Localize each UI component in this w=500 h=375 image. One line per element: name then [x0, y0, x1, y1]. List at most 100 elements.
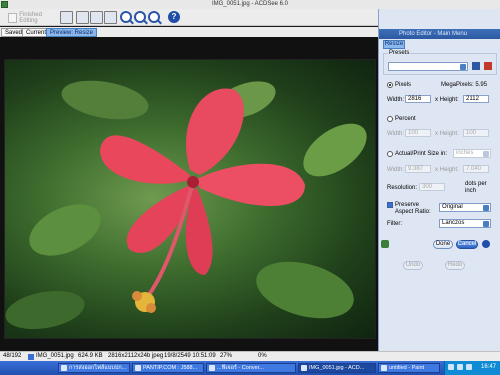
- paint-icon: [381, 365, 387, 371]
- presets-label: Presets: [388, 50, 411, 56]
- zoom-menu-button[interactable]: [148, 11, 160, 24]
- taskbar-item-label: การส่งออกไฟล์แบบปก...: [69, 365, 127, 371]
- width-input[interactable]: 2816: [405, 95, 431, 103]
- hibiscus-illustration: [5, 80, 367, 330]
- actual-unit-value: inches: [456, 150, 474, 156]
- tray-icon[interactable]: [457, 364, 463, 370]
- zoom-in-button[interactable]: [120, 11, 132, 24]
- full-screen-button[interactable]: [104, 11, 117, 24]
- panel-title: Photo Editor - Main Menu: [379, 29, 500, 39]
- zoom-out-icon: [134, 11, 146, 23]
- folder-icon: [61, 365, 67, 371]
- status-progress: 0%: [258, 353, 267, 359]
- taskbar-item-acdsee[interactable]: IMG_0051.jpg - ACD...: [298, 363, 376, 373]
- presets-group: Presets: [383, 50, 497, 75]
- actual-width-input[interactable]: 9.387: [405, 165, 431, 173]
- taskbar-item-label: ...ฟีเจอร์ - Conver...: [217, 365, 264, 371]
- taskbar-item-3[interactable]: ...ฟีเจอร์ - Conver...: [206, 363, 296, 373]
- actual-size-radio[interactable]: [387, 151, 393, 157]
- preserve-aspect-value: Original: [442, 204, 463, 210]
- done-button[interactable]: Done: [433, 240, 453, 249]
- filter-label: Filter:: [387, 221, 402, 227]
- title-bar: IMG_0051.jpg - ACDSee 6.0: [0, 0, 500, 9]
- taskbar: การส่งออกไฟล์แบบปก... PANTIP.COM : J588.…: [0, 361, 500, 375]
- actual-height-label: x Height:: [435, 167, 459, 173]
- hibiscus-photo: [4, 59, 376, 339]
- status-filename: IMG_0051.jpg: [36, 353, 74, 359]
- filter-value: Lanczos: [442, 220, 465, 226]
- resolution-input[interactable]: 300: [419, 183, 445, 191]
- taskbar-item-paint[interactable]: untitled - Paint: [378, 363, 440, 373]
- actual-width-label: Width:: [387, 167, 405, 173]
- tray-icon[interactable]: [466, 364, 472, 370]
- chevron-down-icon: [460, 64, 466, 70]
- window-title: IMG_0051.jpg - ACDSee 6.0: [211, 1, 289, 7]
- filter-select[interactable]: Lanczos: [439, 219, 491, 228]
- chevron-down-icon: [483, 205, 489, 211]
- tray-icon[interactable]: [448, 364, 454, 370]
- finished-editing-label: Finished Editing: [19, 11, 42, 24]
- clock: 16:47: [480, 364, 496, 370]
- height-input[interactable]: 2112: [463, 95, 489, 103]
- save-preset-icon[interactable]: [472, 62, 480, 70]
- help-icon[interactable]: [482, 240, 490, 248]
- full-screen-icon: [104, 11, 117, 24]
- toolbar: Finished Editing ?: [0, 9, 378, 26]
- taskbar-item-2[interactable]: PANTIP.COM : J588...: [132, 363, 204, 373]
- resolution-label: Resolution:: [387, 185, 418, 191]
- undo-button[interactable]: Undo: [403, 261, 423, 270]
- browser-icon: [135, 365, 141, 371]
- pixels-label: Pixels: [395, 82, 412, 88]
- image-viewport[interactable]: [0, 37, 378, 351]
- percent-width-input[interactable]: 100: [405, 129, 431, 137]
- taskbar-item-1[interactable]: การส่งออกไฟล์แบบปก...: [58, 363, 130, 373]
- export-icon: [90, 11, 103, 24]
- photo-editor-panel: Photo Editor - Main Menu Resize Presets …: [378, 9, 500, 351]
- presets-select[interactable]: [388, 62, 468, 71]
- actual-unit-select[interactable]: inches: [453, 149, 491, 158]
- status-date: 19/8/2549 10:51:09: [164, 353, 216, 359]
- megapixels-label: MegaPixels: 5.95: [441, 82, 488, 88]
- export-button[interactable]: [90, 11, 103, 24]
- finished-editing-button[interactable]: Finished Editing: [8, 11, 58, 24]
- save-as-icon: [76, 11, 89, 24]
- width-label: Width:: [387, 97, 405, 103]
- save-as-button[interactable]: [76, 11, 89, 24]
- preserve-aspect-checkbox[interactable]: [387, 202, 393, 208]
- resolution-unit: dots per inch: [465, 181, 487, 194]
- percent-height-input[interactable]: 100: [463, 129, 489, 137]
- actual-height-input[interactable]: 7.040: [463, 165, 489, 173]
- preserve-aspect-label: Preserve Aspect Ratio:: [395, 202, 431, 215]
- help-icon: ?: [168, 11, 180, 23]
- chevron-down-icon: [483, 221, 489, 227]
- zoom-in-icon: [120, 11, 132, 23]
- file-type-icon: [28, 354, 34, 360]
- percent-radio[interactable]: [387, 116, 393, 122]
- redo-button[interactable]: Redo: [445, 261, 465, 270]
- percent-label: Percent: [395, 116, 416, 122]
- preserve-aspect-select[interactable]: Original: [439, 203, 491, 212]
- status-index: 48/192: [3, 353, 22, 359]
- finished-editing-icon: [8, 12, 18, 23]
- save-icon: [60, 11, 73, 24]
- chevron-down-icon: [483, 151, 489, 157]
- status-dimensions: 2816x2112x24b jpeg: [108, 353, 164, 359]
- zoom-out-button[interactable]: [134, 11, 146, 24]
- tab-resize[interactable]: Resize: [383, 40, 405, 49]
- tab-preview-resize[interactable]: Preview: Resize: [46, 28, 98, 37]
- taskbar-item-label: PANTIP.COM : J588...: [143, 365, 198, 371]
- taskbar-item-label: untitled - Paint: [389, 365, 425, 371]
- status-bar: 48/192 IMG_0051.jpg 624.9 KB 2816x2112x2…: [0, 351, 500, 361]
- percent-height-label: x Height:: [435, 131, 459, 137]
- help-button[interactable]: ?: [168, 11, 180, 24]
- pixels-radio[interactable]: [387, 82, 393, 88]
- delete-preset-icon[interactable]: [484, 62, 492, 70]
- status-filesize: 624.9 KB: [78, 353, 103, 359]
- height-label: x Height:: [435, 97, 459, 103]
- percent-width-label: Width:: [387, 131, 405, 137]
- options-icon[interactable]: [381, 240, 389, 248]
- save-button[interactable]: [60, 11, 73, 24]
- zoom-menu-icon: [148, 11, 160, 23]
- taskbar-item-label: IMG_0051.jpg - ACD...: [309, 365, 365, 371]
- cancel-button[interactable]: Cancel: [456, 240, 478, 249]
